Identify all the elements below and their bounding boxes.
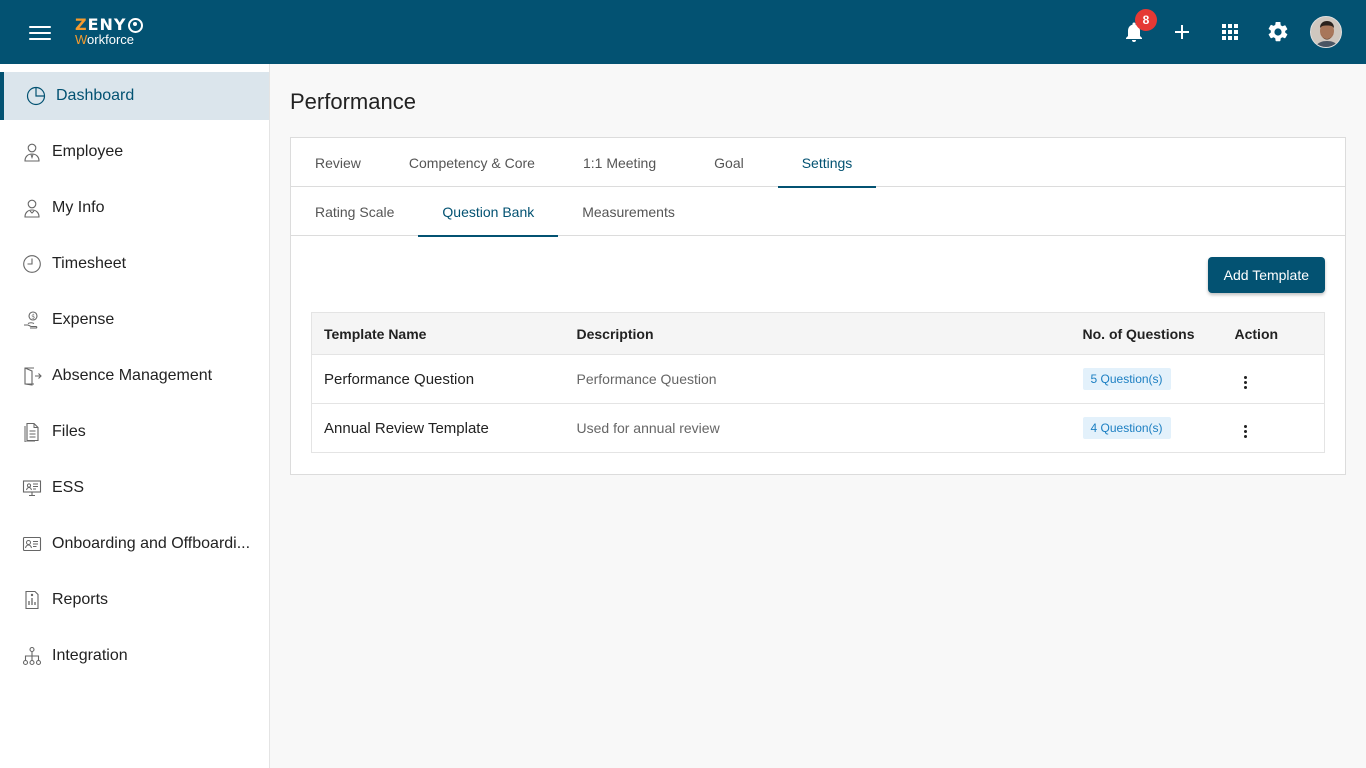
- page-title: Performance: [290, 89, 416, 114]
- user-avatar[interactable]: [1310, 16, 1342, 48]
- logo-o-icon: [127, 17, 143, 33]
- table-row[interactable]: Annual Review Template Used for annual r…: [311, 403, 1325, 453]
- tab-one-on-one-meeting[interactable]: 1:1 Meeting: [559, 138, 690, 187]
- tab-measurements[interactable]: Measurements: [558, 187, 699, 236]
- action-cell: [1222, 354, 1325, 404]
- sidebar-item-label: Dashboard: [56, 87, 135, 104]
- sidebar-item-label: Employee: [52, 143, 124, 160]
- hierarchy-icon: [21, 645, 43, 667]
- top-app-bar: Z ENY Workforce 8: [0, 0, 1366, 64]
- sidebar-item-timesheet[interactable]: Timesheet: [0, 240, 269, 288]
- sidebar-item-dashboard[interactable]: Dashboard: [0, 72, 269, 120]
- question-count-chip[interactable]: 5 Question(s): [1082, 368, 1171, 390]
- sidebar-item-my-info[interactable]: My Info: [0, 184, 269, 232]
- action-cell: [1222, 403, 1325, 453]
- question-count-cell: 5 Question(s): [1070, 354, 1223, 404]
- sidebar-nav: Dashboard Employee My Info Timesheet $ E…: [0, 64, 270, 768]
- tab-competency-core[interactable]: Competency & Core: [385, 138, 559, 187]
- logo-wordmark: Z ENY: [75, 17, 143, 33]
- sidebar-item-label: Absence Management: [52, 367, 213, 384]
- person-icon: [21, 197, 43, 219]
- id-card-icon: [21, 533, 43, 555]
- add-template-button[interactable]: Add Template: [1207, 257, 1325, 293]
- sidebar-item-label: Onboarding and Offboardi...: [52, 535, 251, 552]
- description-cell: Performance Question: [564, 354, 1071, 404]
- sidebar-item-onboarding-offboarding[interactable]: Onboarding and Offboardi...: [0, 520, 269, 568]
- sidebar-item-integration[interactable]: Integration: [0, 632, 269, 680]
- exit-door-icon: [21, 365, 43, 387]
- pie-chart-icon: [25, 85, 47, 107]
- question-count-chip[interactable]: 4 Question(s): [1082, 417, 1171, 439]
- more-vert-icon[interactable]: [1241, 422, 1250, 441]
- report-icon: [21, 589, 43, 611]
- column-header-action: Action: [1222, 312, 1325, 355]
- clock-icon: [21, 253, 43, 275]
- sidebar-item-label: Integration: [52, 647, 128, 664]
- sidebar-item-label: My Info: [52, 199, 105, 216]
- svg-text:$: $: [31, 313, 35, 320]
- add-icon[interactable]: [1170, 20, 1194, 44]
- employee-icon: [21, 141, 43, 163]
- tab-rating-scale[interactable]: Rating Scale: [291, 187, 418, 236]
- template-name-cell: Annual Review Template: [311, 403, 565, 453]
- monitor-icon: [21, 477, 43, 499]
- performance-settings-card: Review Competency & Core 1:1 Meeting Goa…: [290, 137, 1346, 475]
- apps-grid-icon[interactable]: [1218, 20, 1242, 44]
- table-row[interactable]: Performance Question Performance Questio…: [311, 354, 1325, 404]
- sidebar-item-files[interactable]: Files: [0, 408, 269, 456]
- main-tabs: Review Competency & Core 1:1 Meeting Goa…: [291, 138, 1345, 188]
- sidebar-item-ess[interactable]: ESS: [0, 464, 269, 512]
- app-logo[interactable]: Z ENY Workforce: [75, 17, 143, 46]
- tab-settings[interactable]: Settings: [777, 138, 877, 188]
- table-header-row: Template Name Description No. of Questio…: [311, 312, 1325, 355]
- sidebar-item-label: ESS: [52, 479, 85, 496]
- question-count-cell: 4 Question(s): [1070, 403, 1223, 453]
- notification-count-badge: 8: [1135, 9, 1157, 31]
- settings-gear-icon[interactable]: [1266, 20, 1290, 44]
- sidebar-item-absence-management[interactable]: Absence Management: [0, 352, 269, 400]
- description-cell: Used for annual review: [564, 403, 1071, 453]
- sidebar-item-expense[interactable]: $ Expense: [0, 296, 269, 344]
- tab-review[interactable]: Review: [291, 138, 385, 187]
- sidebar-item-employee[interactable]: Employee: [0, 128, 269, 176]
- more-vert-icon[interactable]: [1241, 373, 1250, 392]
- logo-subtitle: Workforce: [75, 32, 135, 47]
- sidebar-item-label: Reports: [52, 591, 109, 608]
- tab-question-bank[interactable]: Question Bank: [418, 187, 559, 237]
- column-header-question-count[interactable]: No. of Questions: [1070, 312, 1223, 355]
- menu-icon[interactable]: [29, 22, 51, 42]
- template-name-cell: Performance Question: [311, 354, 565, 404]
- sidebar-item-label: Files: [52, 423, 86, 440]
- sidebar-item-label: Timesheet: [52, 255, 127, 272]
- column-header-description[interactable]: Description: [564, 312, 1071, 355]
- money-hand-icon: $: [21, 309, 43, 331]
- sidebar-item-reports[interactable]: Reports: [0, 576, 269, 624]
- file-icon: [21, 421, 43, 443]
- settings-subtabs: Rating Scale Question Bank Measurements: [291, 187, 1345, 237]
- tab-goal[interactable]: Goal: [690, 138, 778, 187]
- question-bank-table: Template Name Description No. of Questio…: [311, 312, 1325, 453]
- column-header-template-name[interactable]: Template Name: [311, 312, 565, 355]
- sidebar-item-label: Expense: [52, 311, 115, 328]
